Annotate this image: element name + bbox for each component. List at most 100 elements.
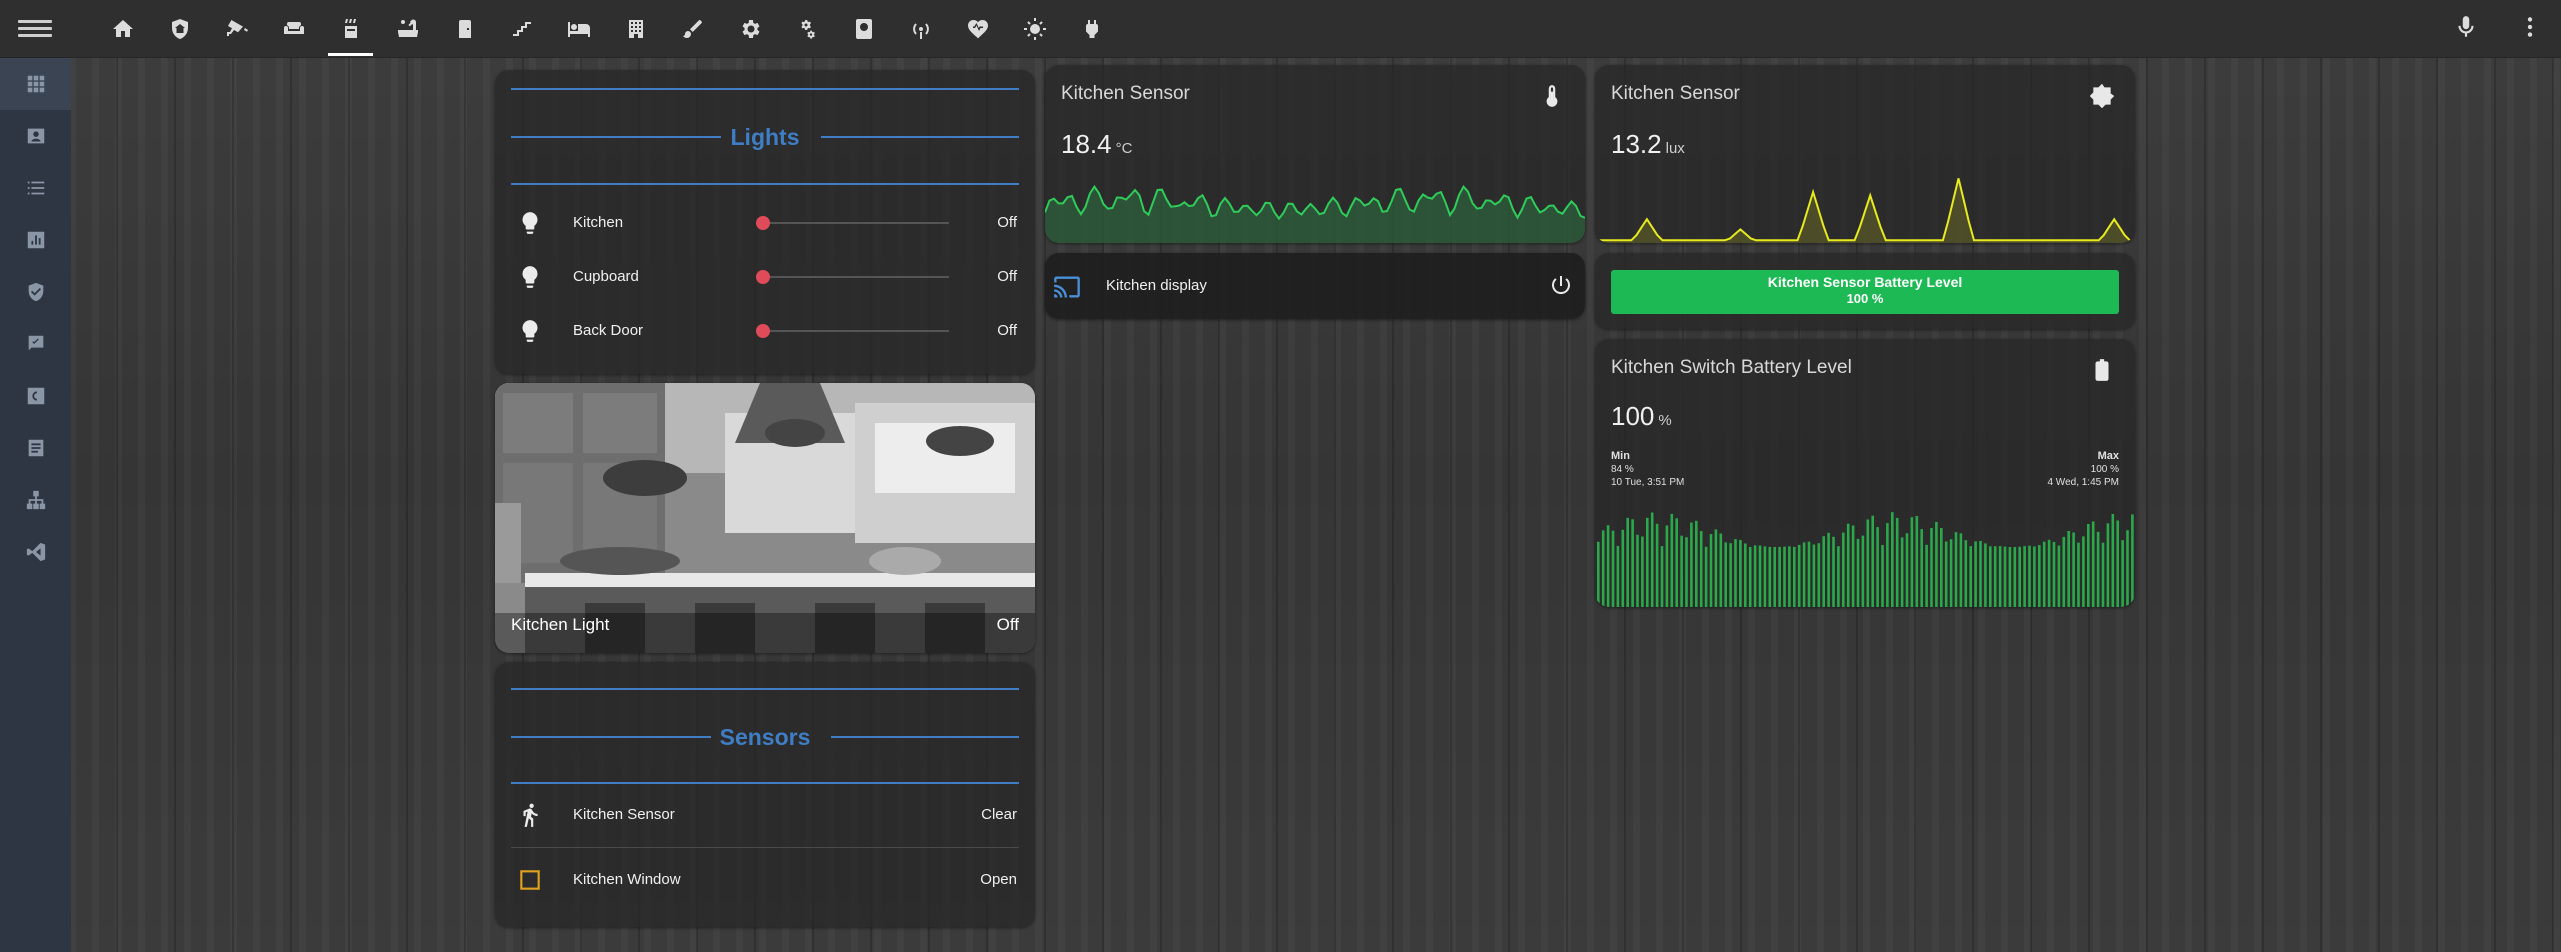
history-bar	[1817, 543, 1821, 607]
sidebar-item-history[interactable]	[0, 214, 71, 266]
tab-power-plug[interactable]	[1063, 0, 1120, 58]
tab-stove[interactable]	[322, 0, 379, 58]
bed-icon	[567, 22, 590, 37]
account-box-icon	[27, 128, 44, 144]
power-button[interactable]	[1549, 273, 1573, 297]
history-bar	[2091, 521, 2095, 607]
sidebar-item-overview[interactable]	[0, 58, 71, 110]
sidebar-item-logbook[interactable]	[0, 162, 71, 214]
tab-home[interactable]	[94, 0, 151, 58]
sidebar-item-currency[interactable]	[0, 370, 71, 422]
history-bar	[1993, 546, 1997, 607]
history-bar	[1935, 521, 1938, 607]
light-row[interactable]: Kitchen Off	[495, 195, 1035, 249]
history-bar	[1871, 515, 1874, 607]
history-bar	[1851, 525, 1855, 607]
sidebar-item-network[interactable]	[0, 474, 71, 526]
sensor-battery-card[interactable]: Kitchen Sensor Battery Level 100 %	[1595, 253, 2135, 329]
history-bar	[2033, 546, 2036, 607]
kitchen-display-card[interactable]: Kitchen display	[1045, 253, 1585, 319]
history-bar	[1719, 533, 1723, 607]
history-bar	[1675, 518, 1678, 607]
tab-heart-pulse[interactable]	[949, 0, 1006, 58]
tab-office-building[interactable]	[607, 0, 664, 58]
history-bar	[1626, 517, 1629, 607]
light-row[interactable]: Back Door Off	[495, 303, 1035, 357]
history-bar	[1650, 512, 1654, 607]
tab-brush[interactable]	[664, 0, 721, 58]
heart-pulse-icon	[967, 20, 988, 39]
temperature-sensor-card[interactable]: Kitchen Sensor 18.4 °C	[1045, 65, 1585, 243]
light-state: Off	[997, 214, 1017, 231]
history-bar	[1866, 519, 1870, 607]
tab-stairs[interactable]	[493, 0, 550, 58]
history-bar	[1989, 546, 1992, 607]
microphone-icon[interactable]	[2453, 14, 2479, 40]
window-open-icon	[520, 870, 540, 890]
tab-door[interactable]	[436, 0, 493, 58]
tab-cog[interactable]	[721, 0, 778, 58]
sensor-row-motion[interactable]: Kitchen Sensor Clear	[495, 787, 1035, 841]
sidebar-item-map[interactable]	[0, 110, 71, 162]
tab-sofa[interactable]	[265, 0, 322, 58]
top-toolbar	[0, 0, 2561, 58]
history-bar	[1891, 512, 1894, 607]
home-icon	[112, 20, 133, 37]
sidebar-item-messages[interactable]	[0, 318, 71, 370]
lightbulb-icon	[522, 320, 538, 342]
history-bar	[1773, 547, 1776, 607]
tab-sun[interactable]	[1006, 0, 1063, 58]
tab-access-point[interactable]	[892, 0, 949, 58]
lights-header: Lights	[730, 124, 800, 150]
sidebar-item-alarm[interactable]	[0, 266, 71, 318]
kitchen-light-picture-card[interactable]: Kitchen Light Off	[495, 383, 1035, 653]
light-row[interactable]: Cupboard Off	[495, 249, 1035, 303]
menu-icon[interactable]	[18, 16, 52, 42]
tab-bathtub[interactable]	[379, 0, 436, 58]
history-bar	[1685, 537, 1688, 607]
slider-knob[interactable]	[756, 324, 770, 338]
history-bar	[1959, 533, 1963, 607]
code-icon	[26, 542, 45, 562]
history-bar	[2003, 546, 2007, 607]
tab-shield-home[interactable]	[151, 0, 208, 58]
switch-battery-card[interactable]: Kitchen Switch Battery Level 100% Min 84…	[1595, 339, 2135, 607]
light-state: Off	[997, 322, 1017, 339]
history-bar	[1797, 544, 1801, 607]
tab-bed[interactable]	[550, 0, 607, 58]
more-vert-icon[interactable]	[2517, 14, 2543, 40]
history-bar	[1846, 523, 1850, 607]
sidebar-item-notes[interactable]	[0, 422, 71, 474]
history-bar	[1930, 528, 1933, 607]
cog-icon	[742, 20, 759, 38]
history-bar	[1704, 546, 1708, 607]
history-bar	[1748, 547, 1752, 607]
brightness-slider[interactable]	[756, 270, 949, 284]
slider-knob[interactable]	[756, 270, 770, 284]
history-bar	[2062, 536, 2066, 607]
tab-cctv[interactable]	[208, 0, 265, 58]
brightness-slider[interactable]	[756, 216, 949, 230]
history-bar	[1920, 529, 1923, 607]
history-bar	[1832, 536, 1835, 607]
sensor-row-window[interactable]: Kitchen Window Open	[495, 852, 1035, 906]
history-bar	[2072, 532, 2075, 607]
history-bar	[2106, 523, 2110, 607]
slider-knob[interactable]	[756, 216, 770, 230]
media-player-name: Kitchen display	[1106, 277, 1207, 294]
history-bar	[1998, 546, 2002, 607]
sidebar-item-vscode[interactable]	[0, 526, 71, 578]
history-bar	[1827, 532, 1830, 607]
history-bar	[1636, 534, 1639, 607]
history-bar	[1886, 523, 1889, 607]
tab-cogs[interactable]	[778, 0, 835, 58]
view-tabs	[94, 0, 1120, 58]
lux-sensor-card[interactable]: Kitchen Sensor 13.2 lux	[1595, 65, 2135, 243]
history-bar	[1969, 546, 1972, 607]
office-building-icon	[628, 20, 643, 38]
tab-tablet[interactable]	[835, 0, 892, 58]
history-bar	[2116, 520, 2119, 607]
brightness-slider[interactable]	[756, 324, 949, 338]
history-bar	[1670, 513, 1674, 607]
history-bar	[2018, 546, 2021, 607]
